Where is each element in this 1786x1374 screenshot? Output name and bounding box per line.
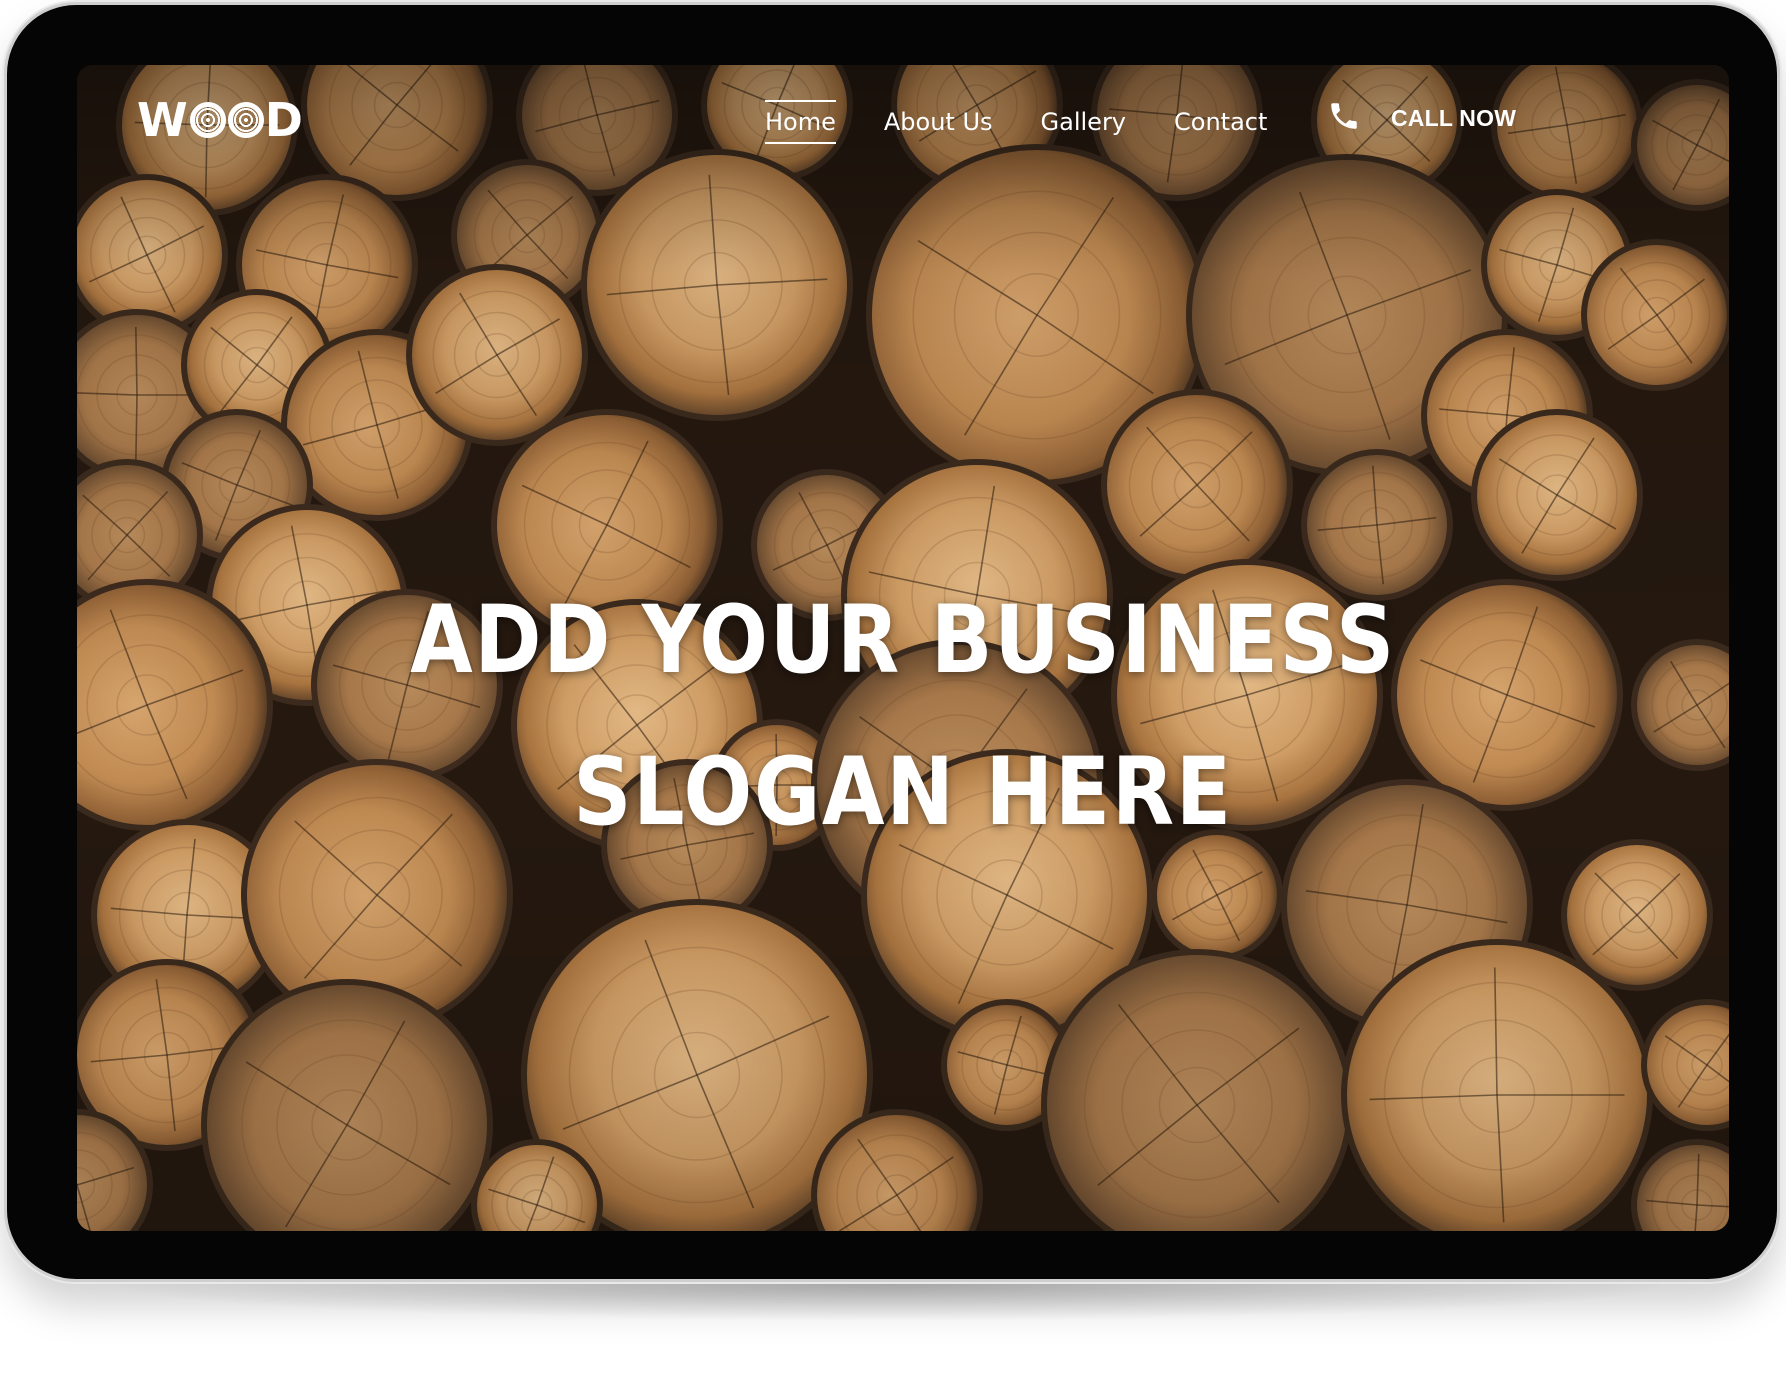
logo-log-ring-icon bbox=[227, 102, 264, 138]
logo-letter-w: W bbox=[137, 93, 189, 147]
call-now-button[interactable]: CALL NOW bbox=[1327, 99, 1516, 133]
hero-slogan-line-2: SLOGAN HERE bbox=[573, 738, 1233, 847]
phone-icon bbox=[1331, 103, 1357, 129]
hero-slogan: ADD YOUR BUSINESS SLOGAN HERE bbox=[193, 565, 1614, 869]
tablet-frame: W D Home About Us Gallery Contact CALL N… bbox=[4, 2, 1780, 1282]
logo-log-ring-icon bbox=[189, 102, 226, 138]
website-screen: W D Home About Us Gallery Contact CALL N… bbox=[77, 65, 1729, 1231]
nav-gallery-link[interactable]: Gallery bbox=[1041, 100, 1126, 144]
page: W D Home About Us Gallery Contact CALL N… bbox=[0, 0, 1786, 1374]
wood-logo[interactable]: W D bbox=[137, 93, 304, 147]
logo-letter-d: D bbox=[264, 93, 304, 147]
hero-slogan-line-1: ADD YOUR BUSINESS bbox=[410, 586, 1396, 695]
nav-contact-link[interactable]: Contact bbox=[1174, 100, 1267, 144]
call-now-label: CALL NOW bbox=[1391, 104, 1517, 131]
main-navigation: Home About Us Gallery Contact bbox=[765, 100, 1267, 144]
nav-home-link[interactable]: Home bbox=[765, 100, 836, 144]
nav-about-us-link[interactable]: About Us bbox=[884, 100, 993, 144]
